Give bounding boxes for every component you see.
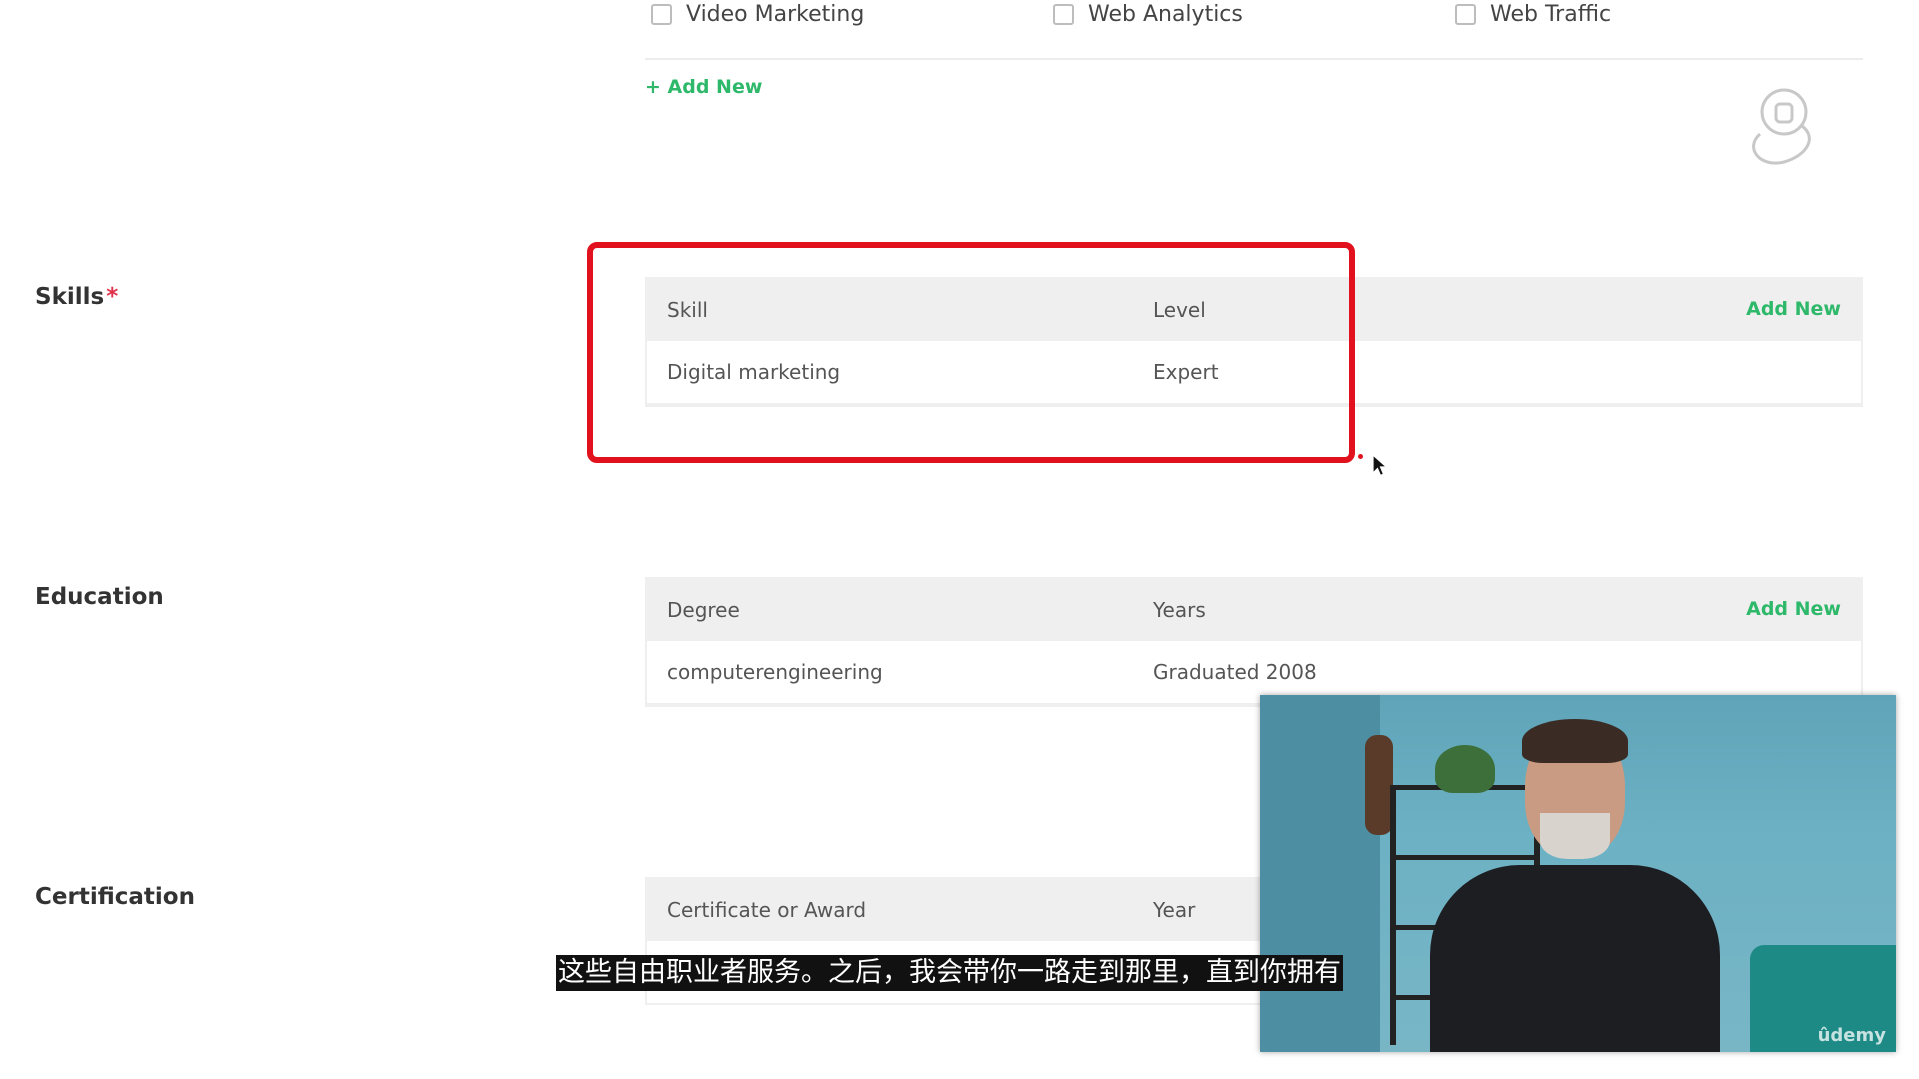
udemy-watermark: ûdemy xyxy=(1817,1025,1886,1046)
instructor-beard xyxy=(1540,813,1610,859)
column-header-year: Year xyxy=(1153,898,1196,922)
checkbox-web-traffic[interactable]: Web Traffic xyxy=(1455,2,1611,27)
skills-add-new-button[interactable]: Add New xyxy=(1746,298,1841,320)
skills-label: Skills* xyxy=(35,284,118,310)
annotation-highlight-box xyxy=(587,242,1355,463)
instructor-body xyxy=(1430,865,1720,1052)
checkbox-label: Video Marketing xyxy=(686,2,865,27)
logo-watermark-icon xyxy=(1752,88,1811,165)
checkbox-web-analytics[interactable]: Web Analytics xyxy=(1053,2,1243,27)
checkbox-box[interactable] xyxy=(1455,4,1476,25)
checkbox-label: Web Analytics xyxy=(1088,2,1243,27)
plant-shape xyxy=(1435,745,1495,793)
checkbox-box[interactable] xyxy=(651,4,672,25)
years-cell: Graduated 2008 xyxy=(1153,660,1317,684)
video-background-wall xyxy=(1260,695,1380,1052)
education-table-header: Degree Years Add New xyxy=(647,579,1861,641)
skills-label-text: Skills xyxy=(35,284,105,310)
interests-add-new-link[interactable]: + Add New xyxy=(645,76,762,98)
column-header-years: Years xyxy=(1153,598,1206,622)
instructor-video-overlay: ûdemy xyxy=(1260,695,1896,1052)
checkbox-label: Web Traffic xyxy=(1490,2,1612,27)
mouse-cursor-icon xyxy=(1372,454,1389,477)
annotation-dot xyxy=(1358,454,1363,459)
certification-label: Certification xyxy=(35,884,195,910)
required-asterisk: * xyxy=(106,284,119,310)
interests-checkbox-row: Video Marketing Web Analytics Web Traffi… xyxy=(645,0,1863,60)
column-header-degree: Degree xyxy=(667,598,740,622)
education-label: Education xyxy=(35,584,164,610)
checkbox-box[interactable] xyxy=(1053,4,1074,25)
checkbox-video-marketing[interactable]: Video Marketing xyxy=(651,2,864,27)
education-table: Degree Years Add New computerengineering… xyxy=(645,577,1863,707)
instructor-hair xyxy=(1522,719,1628,763)
education-add-new-button[interactable]: Add New xyxy=(1746,598,1841,620)
video-subtitle: 这些自由职业者服务。之后，我会带你一路走到那里，直到你拥有 xyxy=(556,955,1343,991)
column-header-certificate: Certificate or Award xyxy=(667,898,867,922)
guitar-shape xyxy=(1365,735,1393,835)
degree-cell: computerengineering xyxy=(667,660,883,684)
